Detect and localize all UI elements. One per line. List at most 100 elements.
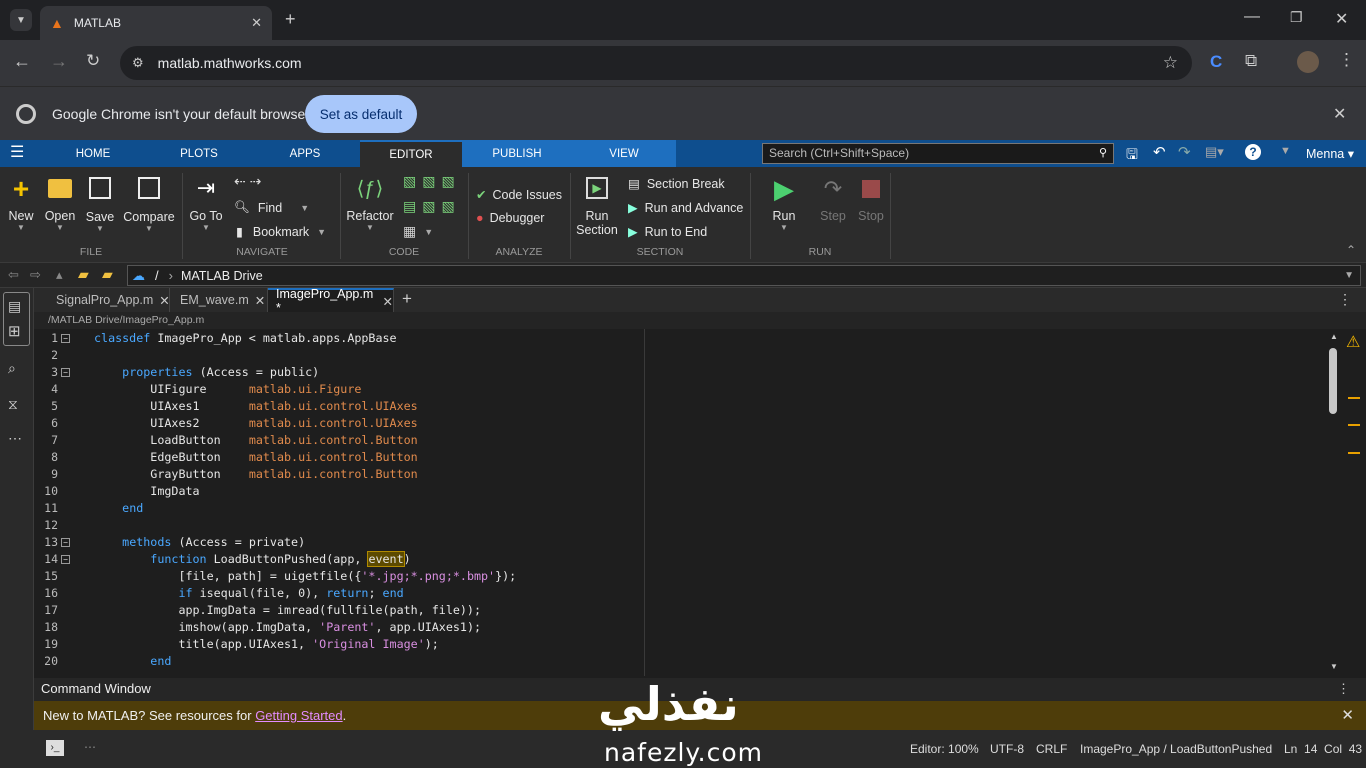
- redo-icon[interactable]: ↷: [1178, 143, 1191, 161]
- more-icon[interactable]: ⋯: [84, 740, 96, 754]
- window-layout-icon[interactable]: ▤▾: [1205, 144, 1224, 160]
- section-break-button[interactable]: ▤ Section Break: [628, 176, 725, 192]
- tab-home[interactable]: HOME: [56, 140, 130, 167]
- find-button[interactable]: 🔍︎ Find ▼: [234, 200, 309, 215]
- run-section-button[interactable]: ▶ Run Section: [574, 177, 620, 237]
- forward-icon[interactable]: →: [50, 51, 68, 72]
- close-window-icon[interactable]: ✕: [1335, 9, 1348, 29]
- zoom-status[interactable]: Editor: 100%: [910, 742, 979, 756]
- fold-icon[interactable]: −: [61, 334, 70, 343]
- issue-marker[interactable]: [1348, 452, 1360, 454]
- vertical-scrollbar[interactable]: ▲ ▼: [1327, 332, 1340, 674]
- fold-icon[interactable]: −: [61, 368, 70, 377]
- save-quick-icon[interactable]: 🖫: [1126, 144, 1138, 168]
- collapse-toolstrip-icon[interactable]: ⌃: [1346, 243, 1356, 257]
- encoding-status[interactable]: UTF-8: [990, 742, 1024, 756]
- search-input[interactable]: Search (Ctrl+Shift+Space) ⚲: [762, 143, 1114, 164]
- tab-view[interactable]: VIEW: [572, 140, 676, 167]
- scroll-up-icon[interactable]: ▲: [1330, 332, 1338, 341]
- new-tab-icon[interactable]: +: [285, 9, 296, 30]
- more-icon[interactable]: ⋯: [8, 430, 22, 447]
- new-button[interactable]: + New ▼: [6, 175, 36, 233]
- tab-publish[interactable]: PUBLISH: [462, 140, 572, 167]
- stop-button[interactable]: Stop: [854, 175, 888, 223]
- path-dropdown-icon[interactable]: ▼: [1344, 270, 1354, 281]
- folder-back-icon[interactable]: ⇦: [8, 267, 19, 283]
- cmd-menu-icon[interactable]: ⋮: [1337, 678, 1350, 700]
- tab-plots[interactable]: PLOTS: [160, 140, 238, 167]
- tab-editor[interactable]: EDITOR: [360, 140, 462, 167]
- run-and-advance-button[interactable]: ▶ Run and Advance: [628, 200, 743, 216]
- code-tools-row2[interactable]: ▤▧▧: [403, 198, 461, 215]
- command-prompt-icon[interactable]: ›_: [46, 740, 64, 756]
- save-button[interactable]: Save ▼: [84, 175, 116, 233]
- bookmark-button[interactable]: ▮ Bookmark ▼: [236, 224, 326, 240]
- close-icon[interactable]: ✕: [251, 15, 262, 31]
- profile-avatar[interactable]: [1297, 51, 1319, 73]
- watermark-arabic: نفذلي: [598, 677, 739, 731]
- reload-icon[interactable]: ↻: [86, 51, 100, 71]
- code-text[interactable]: classdef ImagePro_App < matlab.apps.AppB…: [74, 329, 1344, 676]
- close-infobar-icon[interactable]: ✕: [1333, 104, 1346, 124]
- tab-search-icon[interactable]: ▼: [10, 9, 32, 31]
- scroll-thumb[interactable]: [1329, 348, 1337, 414]
- issue-marker[interactable]: [1348, 397, 1360, 399]
- fold-icon[interactable]: −: [61, 538, 70, 547]
- context-status[interactable]: ImagePro_App / LoadButtonPushed: [1080, 742, 1272, 756]
- help-icon[interactable]: ?: [1245, 144, 1261, 160]
- matlab-logo-icon: ▲: [50, 15, 64, 31]
- code-editor[interactable]: 1 2 3 4 5 6 7 8 9 10 11 12 13 14 15 16 1…: [34, 329, 1344, 676]
- eol-status[interactable]: CRLF: [1036, 742, 1067, 756]
- nav-back-forward-icon[interactable]: ⇠ ⇢: [234, 173, 261, 190]
- run-to-end-button[interactable]: ▶ Run to End: [628, 224, 707, 240]
- set-default-button[interactable]: Set as default: [305, 95, 417, 133]
- code-tools-row3[interactable]: ▦ ▼: [403, 223, 433, 240]
- restore-icon[interactable]: ❐: [1290, 9, 1303, 26]
- browse-folder-icon[interactable]: ▰: [78, 266, 89, 283]
- folder-up-icon[interactable]: ▴: [56, 267, 63, 283]
- file-tab-imagepro[interactable]: ImagePro_App.m * ✕: [268, 287, 394, 315]
- browser-tab[interactable]: ▲ MATLAB ✕: [40, 6, 272, 40]
- undo-icon[interactable]: ↶: [1153, 143, 1166, 161]
- issue-marker[interactable]: [1348, 424, 1360, 426]
- site-info-icon[interactable]: ⚙: [132, 55, 144, 71]
- extension-c-icon[interactable]: C: [1210, 52, 1222, 72]
- back-icon[interactable]: ←: [13, 51, 31, 72]
- navigate-group-label: NAVIGATE: [236, 246, 288, 258]
- close-banner-icon[interactable]: ✕: [1341, 701, 1354, 730]
- step-button[interactable]: ↷ Step: [816, 175, 850, 223]
- file-tab-emwave[interactable]: EM_wave.m ✕: [172, 288, 268, 312]
- code-tools-row1[interactable]: ▧▧▧: [403, 173, 461, 190]
- fold-icon[interactable]: −: [61, 555, 70, 564]
- address-bar[interactable]: ⚙ matlab.mathworks.com ☆: [120, 46, 1192, 80]
- menu-icon[interactable]: ⋮: [1338, 50, 1355, 70]
- add-tab-icon[interactable]: +: [402, 289, 412, 309]
- debugger-button[interactable]: ● Debugger: [476, 211, 544, 225]
- getting-started-link[interactable]: Getting Started: [255, 708, 342, 723]
- hamburger-icon[interactable]: ☰: [10, 145, 24, 161]
- find-files-icon[interactable]: ⌕: [8, 360, 16, 377]
- file-tab-signalpro[interactable]: SignalPro_App.m ✕: [48, 288, 170, 312]
- tabs-menu-icon[interactable]: ⋮: [1338, 291, 1352, 308]
- run-button[interactable]: ▶ Run ▼: [766, 175, 802, 232]
- folder-forward-icon[interactable]: ⇨: [30, 267, 41, 283]
- history-icon[interactable]: ⧖: [8, 396, 18, 413]
- minimize-icon[interactable]: —: [1244, 8, 1260, 26]
- warning-icon[interactable]: ⚠: [1346, 332, 1360, 352]
- extensions-icon[interactable]: ⧉: [1245, 51, 1257, 71]
- bookmark-star-icon[interactable]: ☆: [1163, 53, 1178, 73]
- code-line: ImgData: [94, 484, 200, 498]
- cursor-position[interactable]: Ln 14 Col 43: [1284, 742, 1362, 756]
- scroll-down-icon[interactable]: ▼: [1330, 662, 1338, 671]
- goto-button[interactable]: ⇥ Go To ▼: [188, 175, 224, 232]
- user-menu[interactable]: Menna ▾: [1306, 146, 1354, 161]
- code-issues-button[interactable]: ✔ Code Issues: [476, 187, 562, 203]
- compare-button[interactable]: Compare ▼: [122, 175, 176, 233]
- refactor-button[interactable]: ⟨ƒ⟩ Refactor ▼: [346, 175, 394, 232]
- code-issues-icon: ✔: [476, 188, 487, 202]
- open-folder-icon[interactable]: ▰: [102, 266, 113, 283]
- folder-path-input[interactable]: ☁ / › MATLAB Drive ▼: [127, 265, 1361, 286]
- path-root: /: [155, 268, 159, 283]
- tab-apps[interactable]: APPS: [268, 140, 342, 167]
- open-button[interactable]: Open ▼: [44, 175, 76, 232]
